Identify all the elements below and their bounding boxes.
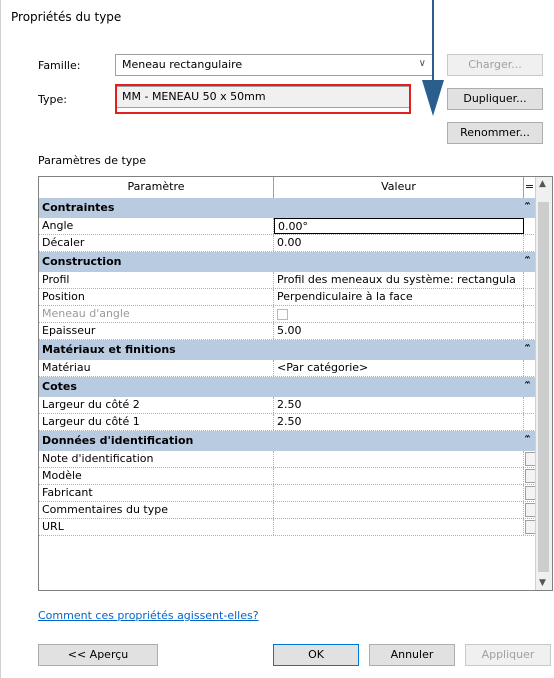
parameter-row: Largeur du côté 1 2.50 — [39, 414, 536, 431]
parameter-value[interactable]: 2.50 — [274, 397, 524, 413]
column-header-parameter[interactable]: Paramètre — [39, 177, 274, 198]
parameter-name: URL — [39, 519, 274, 535]
group-header[interactable]: Construction ˄˄ — [39, 252, 536, 272]
ok-button[interactable]: OK — [273, 644, 359, 666]
parameter-row: Meneau d'angle — [39, 306, 536, 323]
parameter-value[interactable] — [274, 502, 524, 518]
group-name: Matériaux et finitions — [42, 343, 176, 356]
group-name: Données d'identification — [42, 434, 194, 447]
load-button[interactable]: Charger... — [447, 54, 543, 76]
parameter-value[interactable] — [274, 451, 524, 467]
checkbox-corner-mullion[interactable] — [277, 309, 288, 320]
grid-header: Paramètre Valeur = — [39, 177, 536, 199]
parameter-row: Modèle — [39, 468, 537, 485]
group-name: Construction — [42, 255, 122, 268]
column-header-value[interactable]: Valeur — [274, 177, 524, 198]
grid-scrollbar[interactable]: ▲ ▼ — [535, 177, 552, 590]
chevron-down-icon: ∨ — [418, 58, 426, 69]
scroll-up-icon[interactable]: ▲ — [539, 179, 546, 189]
parameter-name: Profil — [39, 272, 274, 288]
type-highlight-box — [115, 84, 411, 114]
family-select[interactable]: Meneau rectangulaire ∨ — [115, 54, 433, 76]
parameter-name: Décaler — [39, 235, 274, 251]
collapse-icon[interactable]: ˄˄ — [524, 198, 531, 217]
parameter-row: Matériau <Par catégorie> — [39, 360, 536, 377]
apply-button[interactable]: Appliquer — [465, 644, 551, 666]
parameter-value-text: 0.00 — [277, 236, 302, 249]
dialog-title: Propriétés du type — [11, 10, 122, 24]
parameter-row: Commentaires du type — [39, 502, 537, 519]
parameter-row: Largeur du côté 2 2.50 — [39, 397, 536, 414]
collapse-icon[interactable]: ˄˄ — [524, 252, 531, 271]
parameter-row: Décaler 0.00 — [39, 235, 536, 252]
preview-button[interactable]: << Aperçu — [38, 644, 158, 666]
arrow-down-icon — [422, 80, 444, 116]
scroll-down-icon[interactable]: ▼ — [539, 578, 546, 588]
collapse-icon[interactable]: ˄˄ — [524, 340, 531, 359]
parameter-value[interactable]: <Par catégorie> — [274, 360, 524, 376]
parameter-row: Epaisseur 5.00 — [39, 323, 536, 340]
parameter-value[interactable] — [274, 485, 524, 501]
parameter-row: URL — [39, 519, 537, 536]
parameter-name: Epaisseur — [39, 323, 274, 339]
parameter-row: Profil Profil des meneaux du système: rec… — [39, 272, 536, 289]
parameter-name: Position — [39, 289, 274, 305]
parameter-value-text: 5.00 — [277, 324, 302, 337]
parameter-name: Matériau — [39, 360, 274, 376]
rename-button[interactable]: Renommer... — [447, 122, 543, 144]
cancel-button[interactable]: Annuler — [369, 644, 455, 666]
parameter-row: Position Perpendiculaire à la face — [39, 289, 536, 306]
type-parameters-label: Paramètres de type — [38, 154, 147, 167]
parameter-value-text: Profil des meneaux du système: rectangul… — [277, 273, 516, 286]
family-label: Famille: — [38, 59, 81, 72]
group-header[interactable]: Matériaux et finitions ˄˄ — [39, 340, 536, 360]
group-header[interactable]: Cotes ˄˄ — [39, 377, 536, 397]
parameter-value[interactable]: Perpendiculaire à la face — [274, 289, 524, 305]
parameter-value[interactable]: Profil des meneaux du système: rectangul… — [274, 272, 524, 288]
parameter-row: Note d'identification — [39, 451, 537, 468]
parameter-name: Largeur du côté 1 — [39, 414, 274, 430]
group-header[interactable]: Contraintes ˄˄ — [39, 198, 536, 218]
family-value: Meneau rectangulaire — [122, 58, 243, 71]
parameter-value-text: Perpendiculaire à la face — [277, 290, 413, 303]
parameter-value[interactable]: 2.50 — [274, 414, 524, 430]
parameter-name: Angle — [39, 218, 274, 234]
scrollbar-thumb[interactable] — [538, 202, 549, 572]
parameter-value[interactable]: 5.00 — [274, 323, 524, 339]
parameter-value[interactable] — [274, 519, 524, 535]
parameter-value[interactable]: 0.00 — [274, 235, 524, 251]
parameter-value[interactable]: 0.00° — [274, 218, 524, 234]
type-parameters-grid: Paramètre Valeur = Contraintes ˄˄ Angle 0.0… — [38, 176, 553, 591]
parameter-name: Largeur du côté 2 — [39, 397, 274, 413]
grid-rows: Contraintes ˄˄ Angle 0.00° Décaler 0.00 Constr… — [39, 198, 537, 536]
help-link[interactable]: Comment ces propriétés agissent-elles? — [38, 609, 259, 622]
parameter-value-text: 2.50 — [277, 398, 302, 411]
collapse-icon[interactable]: ˄˄ — [524, 431, 531, 450]
parameter-name: Fabricant — [39, 485, 274, 501]
parameter-row: Fabricant — [39, 485, 537, 502]
group-name: Contraintes — [42, 201, 115, 214]
parameter-value-text: 2.50 — [277, 415, 302, 428]
parameter-name: Modèle — [39, 468, 274, 484]
parameter-name: Commentaires du type — [39, 502, 274, 518]
group-header[interactable]: Données d'identification ˄˄ — [39, 431, 536, 451]
parameter-name: Meneau d'angle — [39, 306, 274, 322]
annotation-arrow-shaft — [432, 0, 434, 84]
parameter-value-text: 0.00° — [278, 220, 308, 233]
parameter-value[interactable] — [274, 306, 524, 322]
parameter-name: Note d'identification — [39, 451, 274, 467]
group-name: Cotes — [42, 380, 77, 393]
type-label: Type: — [38, 93, 67, 106]
parameter-value[interactable] — [274, 468, 524, 484]
duplicate-button[interactable]: Dupliquer... — [447, 88, 543, 110]
parameter-row: Angle 0.00° — [39, 218, 536, 235]
type-properties-dialog: Propriétés du type Famille: Meneau recta… — [0, 0, 554, 678]
collapse-icon[interactable]: ˄˄ — [524, 377, 531, 396]
parameter-value-text: <Par catégorie> — [277, 361, 369, 374]
